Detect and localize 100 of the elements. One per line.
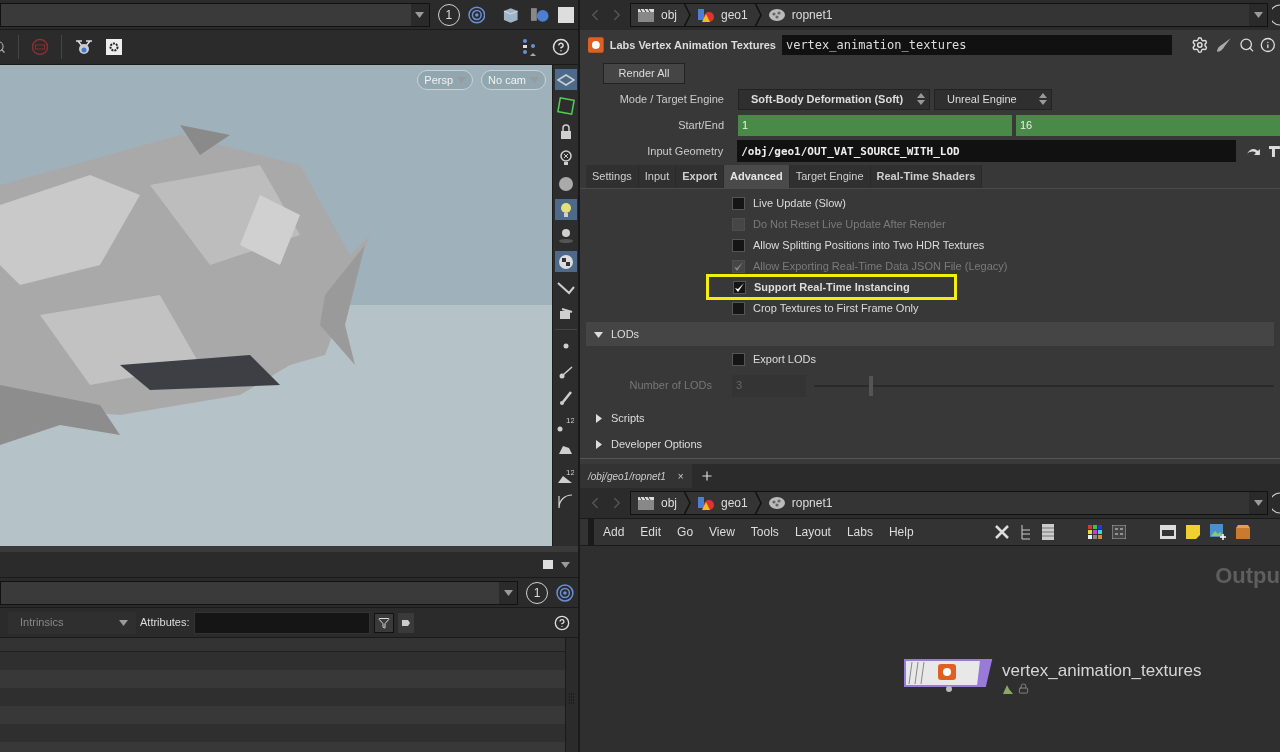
node-name-field[interactable]: vertex_animation_textures [781, 35, 1172, 55]
rop-node[interactable] [904, 658, 994, 692]
shape-palette-icon[interactable] [1112, 525, 1126, 539]
menu-item[interactable]: Help [881, 523, 921, 541]
breadcrumb-separator-icon [753, 491, 762, 515]
network-tab[interactable]: /obj/geo1/ropnet1 × [580, 464, 692, 488]
parameter-tab[interactable]: Input [638, 165, 677, 188]
engine-dropdown[interactable]: Unreal Engine [934, 88, 1052, 110]
parameter-tab[interactable]: Advanced [724, 165, 790, 188]
clapboard-icon [637, 7, 655, 23]
plane-icon [556, 73, 575, 86]
breadcrumb-item[interactable]: ropnet1 [761, 494, 839, 512]
checkbox-label: Live Update (Slow) [753, 195, 846, 211]
color-palette-icon[interactable] [1088, 525, 1102, 539]
menu-item[interactable]: Edit [633, 523, 669, 541]
menu-item[interactable]: Labs [839, 523, 880, 541]
checkbox[interactable] [732, 301, 745, 315]
tab-close-button[interactable]: × [677, 468, 684, 484]
breadcrumb-item[interactable]: obj [631, 6, 683, 24]
target-icon[interactable] [467, 5, 486, 24]
pen-icon [558, 390, 573, 405]
slider-handle[interactable] [869, 375, 874, 396]
shapes-icon [697, 495, 715, 511]
node-chooser-icon[interactable] [1268, 144, 1280, 158]
tools-icon[interactable] [994, 524, 1010, 540]
breadcrumb-separator-icon [683, 3, 691, 27]
add-tab-icon[interactable] [699, 469, 714, 483]
parameter-tab[interactable]: Settings [586, 165, 639, 188]
caret-icon [1253, 500, 1263, 506]
search-icon[interactable] [1238, 37, 1255, 53]
export-button[interactable] [397, 612, 414, 633]
start-field[interactable]: 1 [738, 114, 1012, 136]
caret-icon [415, 11, 425, 18]
breadcrumb-separator-icon [753, 3, 762, 27]
tree-icon[interactable] [1020, 524, 1032, 540]
menu-item[interactable]: Tools [743, 523, 786, 541]
scroll-handle[interactable] [588, 519, 594, 545]
path-bar[interactable]: obj geo1 ropnet1 [630, 3, 1268, 27]
display-swatch-icon[interactable] [558, 6, 574, 23]
end-field[interactable]: 16 [1016, 114, 1280, 136]
expanded-triangle-icon [594, 329, 603, 339]
frame-badge-icon[interactable] [1272, 4, 1280, 26]
menu-item[interactable]: Go [670, 523, 701, 541]
checkbox-label: Allow Exporting Real-Time Data JSON File (Legacy) [753, 258, 1008, 274]
help-icon[interactable] [552, 38, 570, 56]
lock-icon [1018, 683, 1029, 695]
mode-dropdown[interactable]: Soft-Body Deformation (Soft) [738, 88, 930, 110]
add-image-icon[interactable] [1210, 524, 1226, 540]
checkbox[interactable] [732, 352, 745, 366]
point-icon [562, 342, 569, 349]
input-geometry-field[interactable]: /obj/geo1/OUT_VAT_SOURCE_WITH_LOD [737, 140, 1237, 162]
checkbox-label: Export LODs [753, 352, 816, 367]
slider-track[interactable] [814, 375, 1274, 396]
breadcrumb-item[interactable]: obj [631, 494, 683, 512]
path-bar[interactable]: obj geo1 ropnet1 [630, 491, 1268, 515]
menu-item[interactable]: View [702, 523, 742, 541]
film-reel-icon [767, 495, 786, 511]
filter-dropdown[interactable]: Intrinsics [8, 611, 136, 634]
filter-button[interactable] [373, 612, 394, 633]
field-label: Start/End [677, 117, 724, 133]
brush-icon[interactable] [1215, 36, 1233, 54]
gear-icon[interactable] [1191, 36, 1210, 54]
spinner-arrows-icon [1039, 93, 1047, 105]
bulb-icon [559, 149, 572, 166]
section-header[interactable]: LODs [586, 322, 1274, 346]
breadcrumb-item[interactable]: geo1 [691, 6, 754, 24]
viewport-tool-button[interactable] [554, 69, 577, 90]
breadcrumb-item[interactable]: geo1 [691, 494, 754, 512]
checkbox[interactable] [732, 196, 745, 210]
ball-icon [558, 254, 573, 269]
parameter-tab[interactable]: Real-Time Shaders [870, 165, 983, 188]
frame-badge-icon[interactable] [1272, 492, 1280, 514]
collapsed-triangle-icon [594, 440, 603, 449]
parameter-tab[interactable]: Export [676, 165, 725, 188]
sticky-note-icon[interactable] [1186, 525, 1200, 539]
viewport-tool-button[interactable] [554, 199, 577, 220]
viewport-tool-button[interactable] [554, 95, 577, 116]
menu-item[interactable]: Layout [787, 523, 838, 541]
box-icon[interactable] [1236, 525, 1250, 539]
curve-icon [558, 494, 573, 509]
drone-icon[interactable] [74, 37, 94, 57]
gear-icon[interactable] [106, 39, 122, 55]
node-type-label: Labs Vertex Animation Textures [609, 37, 776, 53]
render-all-button[interactable]: Render All [603, 62, 685, 84]
breadcrumb-item[interactable]: ropnet1 [761, 6, 839, 24]
checkbox[interactable] [732, 238, 745, 252]
attributes-label: Attributes: [140, 615, 190, 631]
help-icon[interactable] [554, 614, 570, 631]
parameter-tab[interactable]: Target Engine [789, 165, 871, 188]
node-label: vertex_animation_textures [1002, 660, 1202, 682]
info-icon[interactable] [1260, 37, 1276, 53]
target-icon[interactable] [556, 583, 574, 602]
node-type-icon [588, 37, 604, 53]
viewport-tool-button[interactable] [554, 251, 577, 272]
network-box-icon[interactable] [1160, 525, 1176, 539]
attributes-field[interactable] [193, 611, 370, 634]
menu-item[interactable]: Add [596, 523, 632, 541]
pane-menu-caret-icon [561, 561, 570, 568]
checkbox[interactable] [733, 280, 746, 294]
sphere-icon [558, 176, 573, 191]
